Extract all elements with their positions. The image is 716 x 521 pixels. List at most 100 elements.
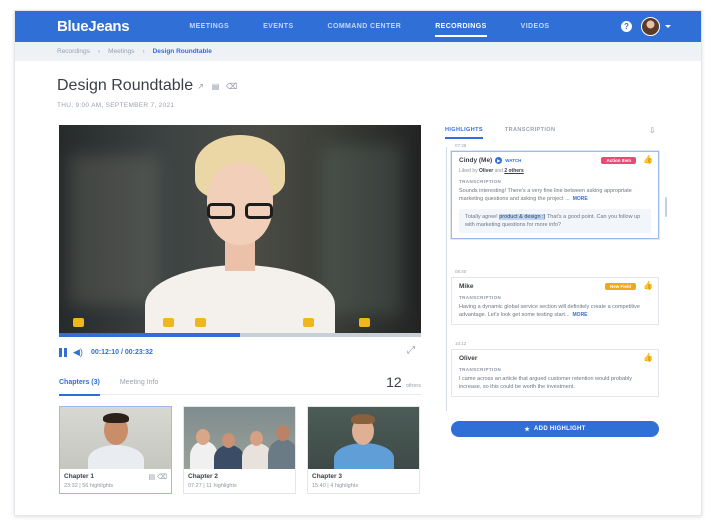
breadcrumb-meetings[interactable]: Meetings xyxy=(108,48,134,55)
add-highlight-label: ADD HIGHLIGHT xyxy=(534,426,586,432)
panel-tabs: HIGHLIGHTS TRANSCRIPTION xyxy=(445,125,661,141)
chapter-title: Chapter 2 xyxy=(188,473,218,480)
panel-scrollbar[interactable] xyxy=(665,197,667,217)
highlight-text: I came across an article that argued cus… xyxy=(459,376,633,390)
highlight-text: Having a dynamic global service section … xyxy=(459,304,640,318)
breadcrumb-current: Design Roundtable xyxy=(152,48,212,55)
chapter-meta: 07:27 | 11 highlights xyxy=(188,483,237,489)
author-name: Oliver xyxy=(459,355,478,362)
timeline-timestamp: 08:40 xyxy=(455,269,467,274)
author-name: Cindy (Me) xyxy=(459,157,493,164)
recording-date: THU, 9:00 AM, SEPTEMBER 7, 2021 xyxy=(57,102,175,109)
chapters-list: Chapter 1 23:32 | 56 highlights ▤ ⌫ Chap… xyxy=(59,406,439,496)
more-link[interactable]: MORE xyxy=(573,312,588,318)
highlight-card[interactable]: Cindy (Me) ▶ WATCH Action Item 👍 Liked b… xyxy=(451,151,659,239)
pause-icon[interactable] xyxy=(59,347,67,357)
status-badge: Action Item xyxy=(601,157,636,164)
video-player[interactable] xyxy=(59,125,421,337)
tab-highlights[interactable]: HIGHLIGHTS xyxy=(445,125,483,141)
reply-comment: Totally agree! product & design :) That'… xyxy=(459,209,651,233)
highlight-card[interactable]: Mike New Field 👍 TRANSCRIPTION Having a … xyxy=(451,277,659,325)
more-link[interactable]: MORE xyxy=(573,196,588,202)
chapter-card[interactable]: Chapter 2 07:27 | 11 highlights xyxy=(183,406,296,494)
others-label: others xyxy=(405,383,421,389)
highlight-marker[interactable] xyxy=(163,318,174,327)
add-highlight-button[interactable]: ★ ADD HIGHLIGHT xyxy=(451,421,659,437)
thumbs-up-icon[interactable]: 👍 xyxy=(643,282,653,290)
breadcrumb-separator: › xyxy=(142,48,145,55)
highlight-markers xyxy=(59,317,421,327)
help-icon[interactable]: ? xyxy=(621,21,632,32)
nav-items: MEETINGS EVENTS COMMAND CENTER RECORDING… xyxy=(189,11,583,42)
highlight-marker[interactable] xyxy=(359,318,370,327)
app-window: BlueJeans MEETINGS EVENTS COMMAND CENTER… xyxy=(14,10,702,516)
playback-time: 00:12:10 / 00:23:32 xyxy=(91,348,153,356)
chapter-card[interactable]: Chapter 3 15:40 | 4 highlights xyxy=(307,406,420,494)
highlight-text: Sounds interesting! There's a very fine … xyxy=(459,188,632,202)
status-badge: New Field xyxy=(604,283,636,290)
fullscreen-icon[interactable]: ⤢ xyxy=(407,346,417,356)
chapter-thumbnail xyxy=(60,407,171,469)
nav-videos[interactable]: VIDEOS xyxy=(521,11,550,42)
tab-meeting-info[interactable]: Meeting Info xyxy=(120,377,159,395)
tab-transcription[interactable]: TRANSCRIPTION xyxy=(505,125,555,141)
trash-icon[interactable]: ⌫ xyxy=(226,82,237,91)
thumbs-up-icon[interactable]: 👍 xyxy=(643,156,653,164)
document-icon[interactable]: ▤ xyxy=(211,82,220,91)
nav-command-center[interactable]: COMMAND CENTER xyxy=(328,11,402,42)
highlight-marker[interactable] xyxy=(73,318,84,327)
highlight-author: Oliver xyxy=(459,355,651,362)
speaker-glasses xyxy=(207,203,273,221)
others-count: 12 xyxy=(386,374,402,390)
highlighted-text: product & design :) xyxy=(499,214,546,220)
lower-tabs: Chapters (3) Meeting Info 12 others xyxy=(59,374,421,396)
thumbs-up-icon[interactable]: 👍 xyxy=(643,354,653,362)
chapter-title: Chapter 1 xyxy=(64,473,94,480)
star-icon: ★ xyxy=(524,426,531,433)
chapter-thumbnail xyxy=(184,407,295,469)
chapter-title: Chapter 3 xyxy=(312,473,342,480)
highlight-card[interactable]: Oliver 👍 TRANSCRIPTION I came across an … xyxy=(451,349,659,397)
breadcrumb-recordings[interactable]: Recordings xyxy=(57,48,90,55)
chapter-actions: ▤ ⌫ xyxy=(149,473,167,481)
play-icon[interactable]: ▶ xyxy=(495,157,503,164)
transcription-label: TRANSCRIPTION xyxy=(459,295,502,300)
tab-chapters[interactable]: Chapters (3) xyxy=(59,377,100,396)
timeline-line xyxy=(446,147,447,411)
chapter-meta: 15:40 | 4 highlights xyxy=(312,483,359,489)
video-background-detail xyxy=(321,145,401,315)
chapter-meta: 23:32 | 56 highlights xyxy=(64,483,114,489)
timeline-timestamp: 07:38 xyxy=(455,143,467,148)
trash-icon[interactable]: ⌫ xyxy=(157,474,167,481)
nav-recordings[interactable]: RECORDINGS xyxy=(435,11,488,42)
document-icon[interactable]: ▤ xyxy=(149,474,156,481)
transcription-label: TRANSCRIPTION xyxy=(459,367,502,372)
nav-events[interactable]: EVENTS xyxy=(263,11,293,42)
timeline-timestamp: 10:12 xyxy=(455,341,467,346)
user-avatar[interactable] xyxy=(641,17,660,36)
download-icon[interactable]: ⇩ xyxy=(649,127,657,135)
transcription-label: TRANSCRIPTION xyxy=(459,179,502,184)
title-actions: ↗ ▤ ⌫ xyxy=(196,82,241,91)
chapter-card[interactable]: Chapter 1 23:32 | 56 highlights ▤ ⌫ xyxy=(59,406,172,494)
top-nav: BlueJeans MEETINGS EVENTS COMMAND CENTER… xyxy=(15,11,701,42)
highlight-marker[interactable] xyxy=(195,318,206,327)
logo[interactable]: BlueJeans xyxy=(57,18,130,35)
chapter-thumbnail xyxy=(308,407,419,469)
video-progress-bar[interactable] xyxy=(59,333,421,337)
author-name: Mike xyxy=(459,283,474,290)
chevron-down-icon[interactable] xyxy=(665,25,671,28)
liked-others-link[interactable]: 2 others xyxy=(504,168,523,174)
page-title: Design Roundtable xyxy=(57,77,194,94)
volume-icon[interactable]: ◀) xyxy=(73,347,85,357)
breadcrumb-separator: › xyxy=(97,48,101,55)
video-background-detail xyxy=(69,155,159,305)
breadcrumb: Recordings › Meetings › Design Roundtabl… xyxy=(15,42,701,61)
nav-meetings[interactable]: MEETINGS xyxy=(189,11,229,42)
highlight-marker[interactable] xyxy=(303,318,314,327)
player-controls: ◀) 00:12:10 / 00:23:32 ⤢ xyxy=(59,344,421,360)
participants-count[interactable]: 12 others xyxy=(386,374,421,390)
watch-link[interactable]: WATCH xyxy=(505,158,521,163)
share-icon[interactable]: ↗ xyxy=(196,82,205,91)
nav-right: ? xyxy=(621,11,671,42)
